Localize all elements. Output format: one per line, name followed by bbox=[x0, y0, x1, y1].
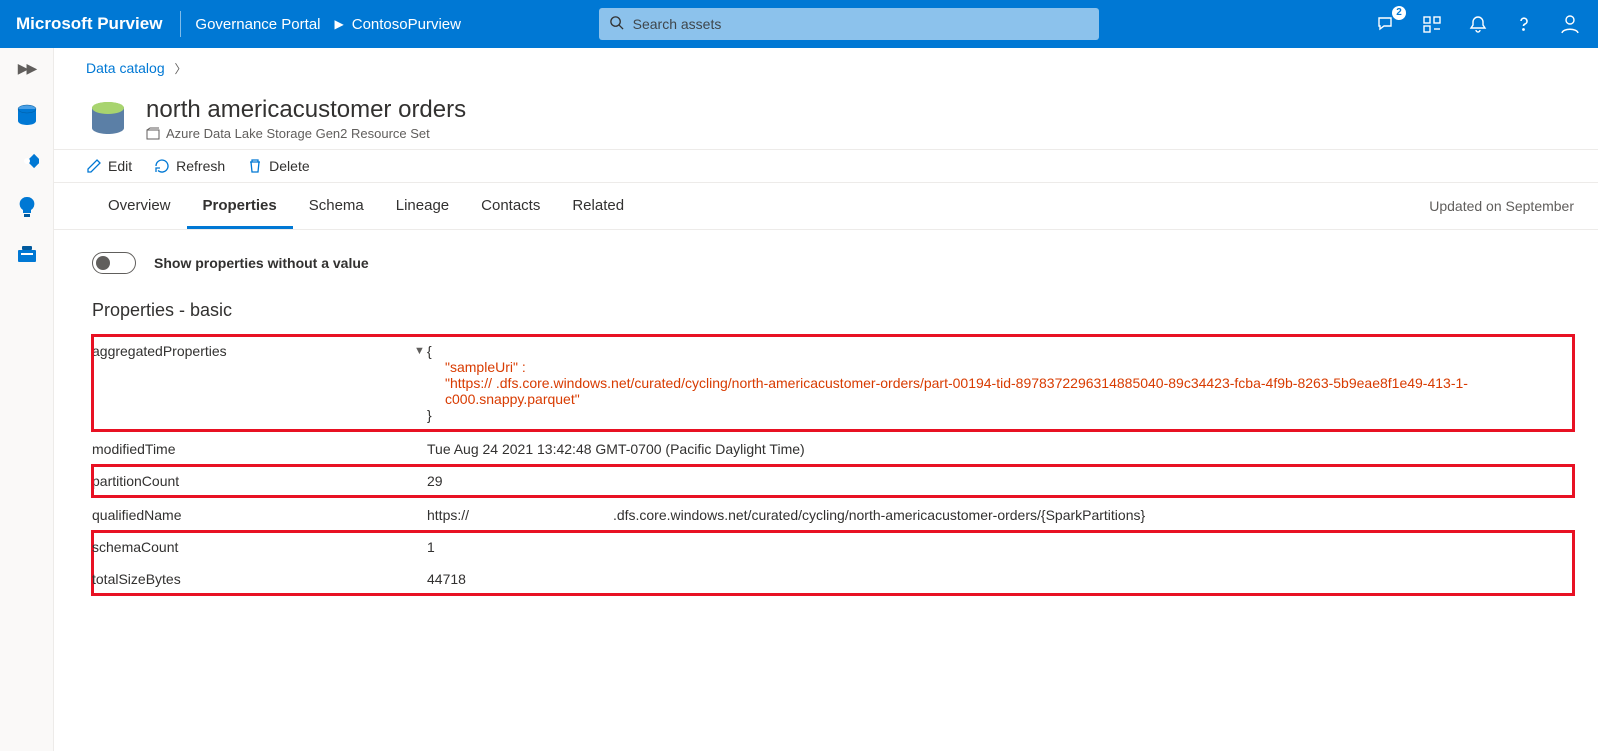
refresh-label: Refresh bbox=[176, 158, 225, 174]
side-rail: ▶▶ bbox=[0, 48, 54, 751]
section-title: Properties - basic bbox=[54, 292, 1598, 335]
tab-contacts[interactable]: Contacts bbox=[465, 183, 556, 229]
data-catalog-icon[interactable] bbox=[13, 101, 41, 129]
toggle-label: Show properties without a value bbox=[154, 255, 369, 271]
prop-group-schema-size: schemaCount 1 totalSizeBytes 44718 bbox=[92, 531, 1574, 595]
prop-val: 29 bbox=[427, 473, 1574, 489]
delete-label: Delete bbox=[269, 158, 309, 174]
asset-subtitle: Azure Data Lake Storage Gen2 Resource Se… bbox=[146, 126, 466, 141]
expand-rail-icon[interactable]: ▶▶ bbox=[18, 54, 36, 83]
notifications-icon[interactable] bbox=[1466, 12, 1490, 36]
json-url: "https:// .dfs.core.windows.net/curated/… bbox=[427, 375, 1574, 407]
asset-title: north americacustomer orders bbox=[146, 96, 466, 124]
prop-key: schemaCount bbox=[92, 539, 427, 555]
prop-val: Tue Aug 24 2021 13:42:48 GMT-0700 (Pacif… bbox=[427, 441, 1574, 457]
prop-val: 1 bbox=[427, 539, 1574, 555]
delete-button[interactable]: Delete bbox=[247, 158, 309, 174]
prop-row-modified: modifiedTime Tue Aug 24 2021 13:42:48 GM… bbox=[92, 433, 1574, 465]
toggle-row: Show properties without a value bbox=[54, 230, 1598, 292]
json-open-brace: { bbox=[427, 343, 432, 359]
feedback-icon[interactable]: 2 bbox=[1374, 12, 1398, 36]
account-name: ContosoPurview bbox=[352, 16, 461, 33]
updated-text: Updated on September bbox=[1429, 198, 1574, 214]
header-icons: 2 bbox=[1374, 12, 1582, 36]
tab-related[interactable]: Related bbox=[556, 183, 640, 229]
breadcrumb-chevron-icon: 〉 bbox=[175, 62, 187, 76]
insights-icon[interactable] bbox=[13, 193, 41, 221]
search-input[interactable] bbox=[599, 8, 1099, 40]
prop-row-qualified: qualifiedName https:// .dfs.core.windows… bbox=[92, 499, 1574, 531]
prop-val: 44718 bbox=[427, 571, 1574, 587]
json-close-brace: } bbox=[427, 407, 432, 423]
breadcrumb: Data catalog 〉 bbox=[54, 48, 1598, 86]
prop-key: totalSizeBytes bbox=[92, 571, 427, 587]
search-icon bbox=[609, 15, 624, 33]
refresh-button[interactable]: Refresh bbox=[154, 158, 225, 174]
action-bar: Edit Refresh Delete bbox=[54, 149, 1598, 183]
directory-icon[interactable] bbox=[1420, 12, 1444, 36]
tab-schema[interactable]: Schema bbox=[293, 183, 380, 229]
breadcrumb-chevron-icon: ▶ bbox=[327, 17, 352, 31]
brand-title: Microsoft Purview bbox=[16, 14, 180, 34]
prop-val-json: { "sampleUri" : "https:// .dfs.core.wind… bbox=[427, 343, 1574, 423]
tabs: Overview Properties Schema Lineage Conta… bbox=[54, 183, 1598, 230]
help-icon[interactable] bbox=[1512, 12, 1536, 36]
main-content: Data catalog 〉 north americacustomer ord… bbox=[54, 48, 1598, 751]
asset-header: north americacustomer orders Azure Data … bbox=[54, 86, 1598, 149]
prop-row-partition: partitionCount 29 bbox=[92, 465, 1574, 497]
prop-row-size: totalSizeBytes 44718 bbox=[92, 563, 1574, 595]
data-map-icon[interactable] bbox=[13, 147, 41, 175]
management-icon[interactable] bbox=[13, 239, 41, 267]
prop-key: modifiedTime bbox=[92, 441, 427, 457]
prop-val: https:// .dfs.core.windows.net/curated/c… bbox=[427, 507, 1574, 523]
dropdown-caret-icon[interactable]: ▼ bbox=[414, 345, 425, 357]
json-key: "sampleUri" : bbox=[427, 359, 1574, 375]
search-wrap bbox=[599, 8, 1099, 40]
tab-lineage[interactable]: Lineage bbox=[380, 183, 465, 229]
show-empty-toggle[interactable] bbox=[92, 252, 136, 274]
profile-icon[interactable] bbox=[1558, 12, 1582, 36]
edit-label: Edit bbox=[108, 158, 132, 174]
feedback-badge: 2 bbox=[1392, 6, 1406, 20]
prop-key: qualifiedName bbox=[92, 507, 427, 523]
edit-button[interactable]: Edit bbox=[86, 158, 132, 174]
breadcrumb-link[interactable]: Data catalog bbox=[86, 60, 165, 76]
toggle-knob bbox=[96, 256, 110, 270]
properties-table: aggregatedProperties ▼ { "sampleUri" : "… bbox=[54, 335, 1598, 595]
prop-key: partitionCount bbox=[92, 473, 427, 489]
asset-type-icon bbox=[86, 96, 130, 140]
prop-row-schema: schemaCount 1 bbox=[92, 531, 1574, 563]
asset-subtitle-text: Azure Data Lake Storage Gen2 Resource Se… bbox=[166, 126, 430, 141]
brand-divider bbox=[180, 11, 181, 37]
tab-overview[interactable]: Overview bbox=[92, 183, 187, 229]
tab-properties[interactable]: Properties bbox=[187, 183, 293, 229]
prop-key: aggregatedProperties bbox=[92, 343, 427, 359]
top-header: Microsoft Purview Governance Portal ▶ Co… bbox=[0, 0, 1598, 48]
portal-link[interactable]: Governance Portal bbox=[189, 16, 326, 33]
prop-row-aggregated: aggregatedProperties ▼ { "sampleUri" : "… bbox=[92, 335, 1574, 431]
